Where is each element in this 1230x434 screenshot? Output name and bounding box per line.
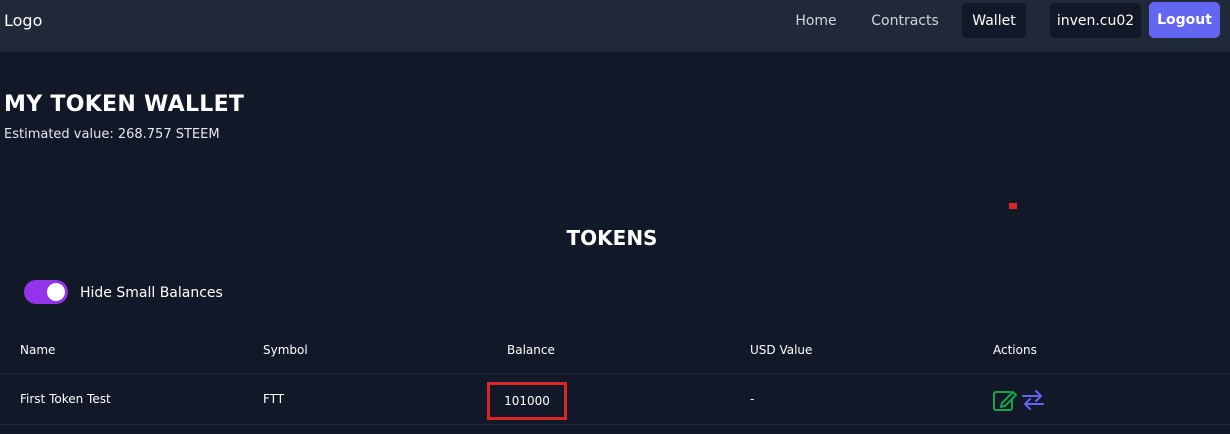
estimated-value: Estimated value: 268.757 STEEM (4, 127, 220, 142)
tokens-title: TOKENS (566, 226, 658, 250)
nav-wallet[interactable]: Wallet (962, 3, 1026, 38)
header-divider (0, 373, 1230, 374)
token-balance: 101000 (487, 382, 567, 420)
column-header-usd-value: USD Value (750, 343, 813, 357)
hide-small-balances-toggle[interactable] (24, 280, 68, 304)
logout-button[interactable]: Logout (1149, 2, 1220, 38)
column-header-symbol: Symbol (263, 343, 308, 357)
column-header-balance: Balance (507, 343, 555, 357)
transfer-icon[interactable] (1020, 388, 1046, 412)
user-account-button[interactable]: inven.cu02 (1050, 3, 1141, 38)
edit-icon[interactable] (992, 387, 1018, 413)
column-header-actions: Actions (993, 343, 1037, 357)
token-usd-value: - (750, 392, 755, 406)
navbar: Logo Home Contracts Wallet inven.cu02 Lo… (0, 0, 1230, 52)
page-title: MY TOKEN WALLET (4, 92, 245, 117)
token-name: First Token Test (20, 392, 111, 406)
toggle-label: Hide Small Balances (80, 285, 223, 301)
toggle-knob (47, 283, 65, 301)
logo[interactable]: Logo (4, 11, 42, 30)
row-divider (0, 424, 1230, 425)
nav-home[interactable]: Home (784, 3, 848, 38)
nav-contracts[interactable]: Contracts (864, 3, 946, 38)
highlight-marker (1009, 203, 1017, 209)
column-header-name: Name (20, 343, 56, 357)
token-symbol: FTT (263, 392, 285, 406)
